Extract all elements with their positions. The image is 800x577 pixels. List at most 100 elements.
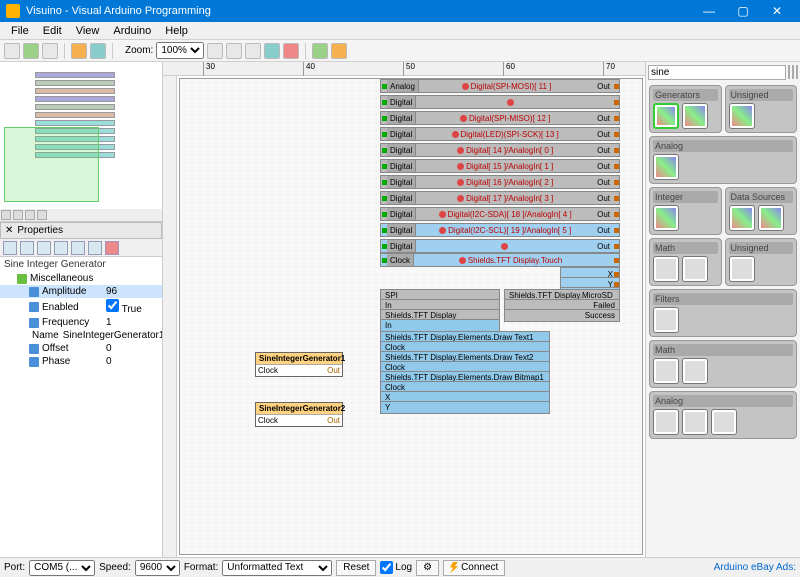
- zoom-select[interactable]: 100%: [156, 42, 204, 59]
- expand-icon[interactable]: [17, 274, 27, 284]
- pin-out-icon[interactable]: [614, 100, 619, 105]
- property-value[interactable]: 0: [102, 356, 162, 367]
- component-search-input[interactable]: [648, 65, 786, 80]
- pin-out-icon[interactable]: [614, 84, 619, 89]
- generator-node[interactable]: SineIntegerGenerator1ClockOut: [255, 352, 343, 377]
- property-row[interactable]: Offset0: [0, 342, 162, 355]
- shield-row[interactable]: Success: [504, 309, 620, 322]
- palette-item[interactable]: [653, 409, 679, 435]
- palette-item[interactable]: [682, 358, 708, 384]
- prop-btn-1[interactable]: [3, 241, 17, 255]
- port-select[interactable]: COM5 (...: [29, 560, 95, 576]
- close-button[interactable]: ✕: [760, 4, 794, 18]
- palette-item[interactable]: [653, 307, 679, 333]
- menu-arduino[interactable]: Arduino: [106, 25, 158, 37]
- board-pin-row[interactable]: ClockShields.TFT Display.Touch: [380, 253, 620, 267]
- log-checkbox[interactable]: Log: [380, 561, 412, 574]
- menu-view[interactable]: View: [69, 25, 107, 37]
- property-value[interactable]: 0: [102, 343, 162, 354]
- palette-item[interactable]: [653, 205, 679, 231]
- zoom-in-icon[interactable]: [207, 43, 223, 59]
- pin-out-icon[interactable]: [614, 282, 619, 287]
- property-row[interactable]: NameSineIntegerGenerator1: [0, 329, 162, 342]
- zoom-fit-icon[interactable]: [245, 43, 261, 59]
- pin-out-icon[interactable]: [614, 164, 619, 169]
- pin-out-icon[interactable]: [614, 212, 619, 217]
- tool-button[interactable]: ⚙: [416, 560, 439, 576]
- generator-node[interactable]: SineIntegerGenerator2ClockOut: [255, 402, 343, 427]
- pin-out-icon[interactable]: [614, 258, 619, 263]
- prop-delete-icon[interactable]: [105, 241, 119, 255]
- search-clear-icon[interactable]: [788, 65, 790, 79]
- maximize-button[interactable]: ▢: [726, 4, 760, 18]
- tool-button-2[interactable]: [90, 43, 106, 59]
- design-surface[interactable]: SineIntegerGenerator1ClockOut SineInteger…: [179, 78, 643, 555]
- prop-btn-5[interactable]: [71, 241, 85, 255]
- palette-item[interactable]: [729, 103, 755, 129]
- board-pin-row[interactable]: Digital: [380, 95, 620, 109]
- tool-button-4[interactable]: [312, 43, 328, 59]
- reset-button[interactable]: Reset: [336, 560, 376, 576]
- property-value[interactable]: True: [102, 299, 162, 315]
- pin-out-icon[interactable]: [614, 244, 619, 249]
- palette-item[interactable]: [653, 154, 679, 180]
- board-pin-row[interactable]: DigitalDigital[ 14 ]/AnalogIn[ 0 ]Out: [380, 143, 620, 157]
- pin-out-icon[interactable]: [614, 228, 619, 233]
- pin-out-icon[interactable]: [614, 116, 619, 121]
- speed-select[interactable]: 9600: [135, 560, 180, 576]
- property-row[interactable]: Phase0: [0, 355, 162, 368]
- menu-help[interactable]: Help: [158, 25, 195, 37]
- palette-item[interactable]: [682, 409, 708, 435]
- pin-out-icon[interactable]: [614, 196, 619, 201]
- overview-viewport[interactable]: [4, 127, 99, 202]
- property-row[interactable]: Enabled True: [0, 298, 162, 316]
- pin-out-icon[interactable]: [614, 148, 619, 153]
- board-pin-row[interactable]: DigitalDigital(I2C-SDA)[ 18 ]/AnalogIn[ …: [380, 207, 620, 221]
- connect-button[interactable]: Connect: [443, 560, 505, 576]
- property-group[interactable]: Miscellaneous: [30, 273, 93, 284]
- menu-file[interactable]: File: [4, 25, 36, 37]
- delete-icon[interactable]: [283, 43, 299, 59]
- menu-edit[interactable]: Edit: [36, 25, 69, 37]
- palette-item[interactable]: [729, 205, 755, 231]
- palette-item[interactable]: [682, 256, 708, 282]
- save-button[interactable]: [42, 43, 58, 59]
- pin-out-icon[interactable]: [614, 272, 619, 277]
- property-value[interactable]: 1: [102, 317, 162, 328]
- palette-item[interactable]: [758, 205, 784, 231]
- minimize-button[interactable]: —: [692, 4, 726, 18]
- tool-button-3[interactable]: [264, 43, 280, 59]
- board-pin-row[interactable]: DigitalDigital[ 15 ]/AnalogIn[ 1 ]Out: [380, 159, 620, 173]
- prop-btn-6[interactable]: [88, 241, 102, 255]
- property-value[interactable]: SineIntegerGenerator1: [59, 330, 162, 341]
- format-select[interactable]: Unformatted Text: [222, 560, 332, 576]
- panel-close-icon[interactable]: ✕: [5, 225, 13, 236]
- search-button-1[interactable]: [792, 65, 794, 79]
- overview-panel[interactable]: [0, 62, 162, 222]
- board-pin-row[interactable]: DigitalOut: [380, 239, 620, 253]
- open-button[interactable]: [23, 43, 39, 59]
- palette-item[interactable]: [711, 409, 737, 435]
- property-tree[interactable]: Sine Integer Generator Miscellaneous Amp…: [0, 257, 162, 557]
- zoom-out-icon[interactable]: [226, 43, 242, 59]
- property-row[interactable]: Amplitude96: [0, 285, 162, 298]
- property-row[interactable]: Frequency1: [0, 316, 162, 329]
- board-pin-row[interactable]: DigitalDigital[ 17 ]/AnalogIn[ 3 ]Out: [380, 191, 620, 205]
- palette-item[interactable]: [653, 256, 679, 282]
- upload-icon[interactable]: [331, 43, 347, 59]
- ads-link[interactable]: Arduino eBay Ads:: [714, 562, 796, 573]
- prop-btn-4[interactable]: [54, 241, 68, 255]
- board-pin-row[interactable]: DigitalDigital[ 16 ]/AnalogIn[ 2 ]Out: [380, 175, 620, 189]
- pin-out-icon[interactable]: [614, 180, 619, 185]
- prop-btn-2[interactable]: [20, 241, 34, 255]
- shield-row[interactable]: Y: [380, 401, 550, 414]
- property-value[interactable]: 96: [102, 286, 162, 297]
- pin-out-icon[interactable]: [614, 132, 619, 137]
- palette-item[interactable]: [653, 103, 679, 129]
- board-pin-row[interactable]: DigitalDigital(LED)(SPI-SCK)[ 13 ]Out: [380, 127, 620, 141]
- palette-item[interactable]: [729, 256, 755, 282]
- palette-item[interactable]: [682, 103, 708, 129]
- board-pin-row[interactable]: DigitalDigital(I2C-SCL)[ 19 ]/AnalogIn[ …: [380, 223, 620, 237]
- search-button-2[interactable]: [796, 65, 798, 79]
- new-button[interactable]: [4, 43, 20, 59]
